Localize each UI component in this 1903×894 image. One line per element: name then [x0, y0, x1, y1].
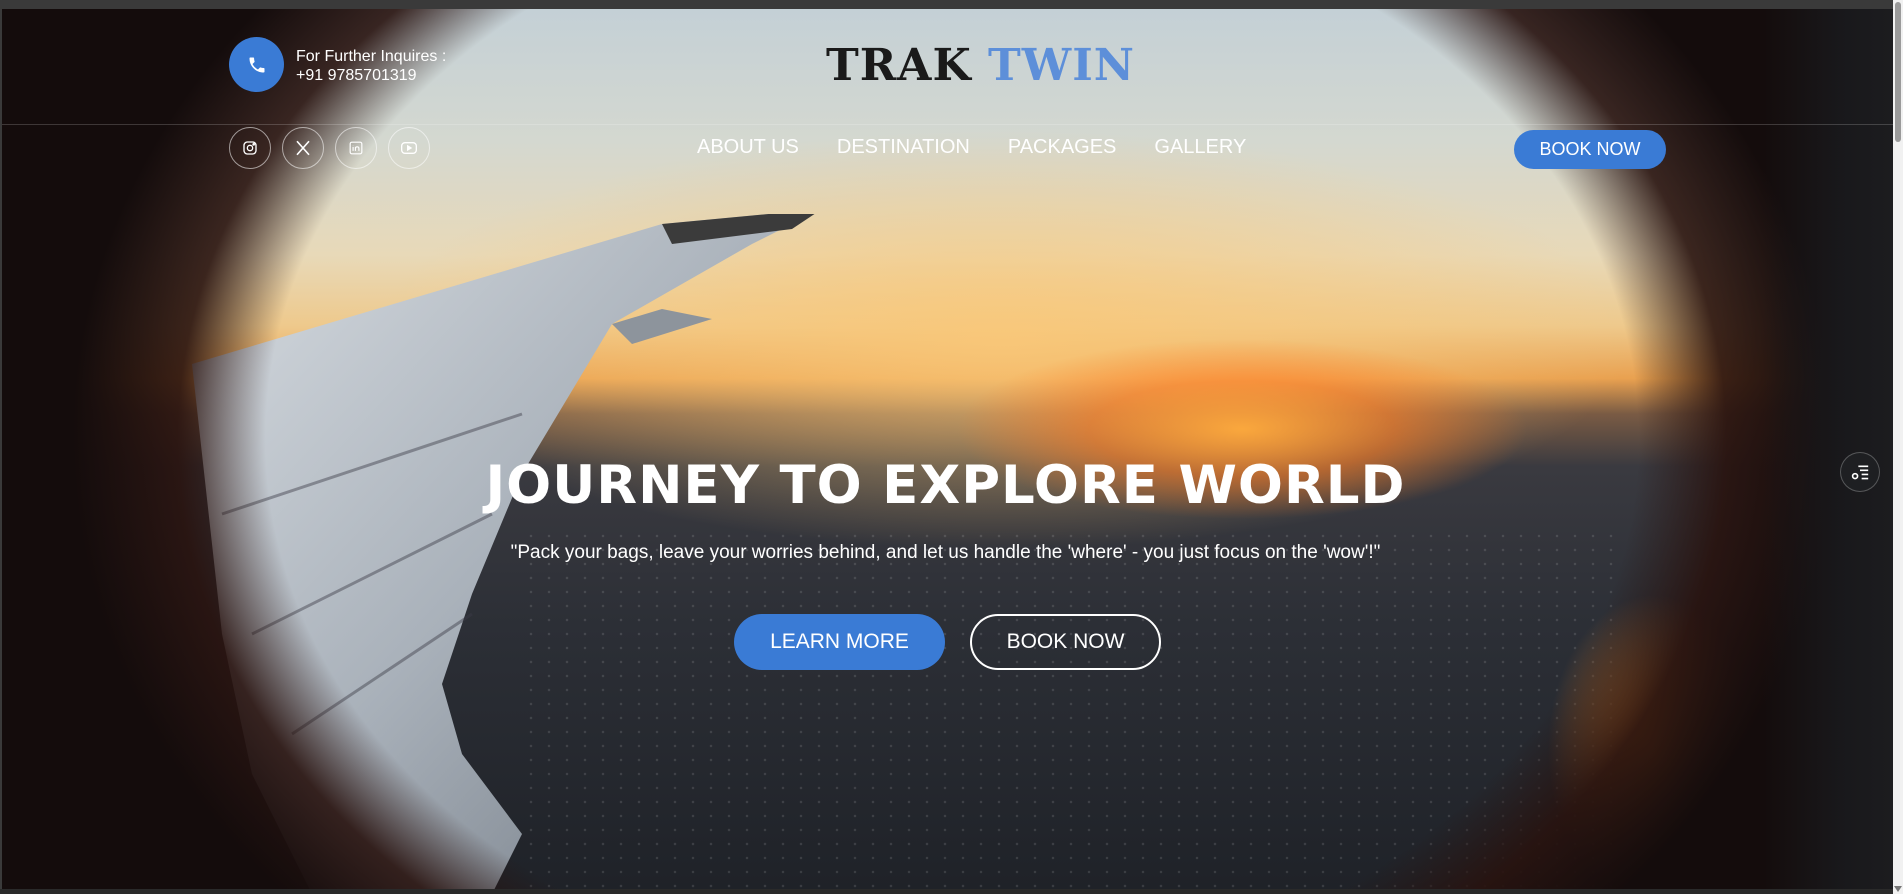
- learn-more-button[interactable]: LEARN MORE: [734, 614, 945, 670]
- main-nav: ABOUT US DESTINATION PACKAGES GALLERY: [697, 136, 1246, 159]
- hero-book-now-button[interactable]: BOOK NOW: [970, 614, 1161, 670]
- social-links: [229, 127, 430, 169]
- contact-info: For Further Inquires : +91 9785701319: [296, 47, 446, 85]
- linkedin-link[interactable]: [335, 127, 377, 169]
- brand-logo[interactable]: TRAK TWIN: [826, 40, 1135, 91]
- nav-about-us[interactable]: ABOUT US: [697, 136, 799, 159]
- window-frame-glow-right: [1433, 569, 1753, 889]
- phone-button[interactable]: [229, 37, 284, 92]
- instagram-link[interactable]: [229, 127, 271, 169]
- linkedin-icon: [349, 141, 363, 155]
- floating-menu-button[interactable]: [1840, 452, 1880, 492]
- youtube-icon: [401, 142, 417, 154]
- hero-subtitle: "Pack your bags, leave your worries behi…: [510, 542, 1381, 563]
- contact-phone[interactable]: +91 9785701319: [296, 66, 446, 85]
- settings-list-icon: [1851, 465, 1869, 480]
- hero-title: JOURNEY TO EXPLORE WORLD: [485, 455, 1406, 516]
- scroll-down-arrow-icon[interactable]: [1894, 886, 1902, 892]
- window-frame-right: [1763, 9, 1893, 889]
- city-lights-background: [522, 529, 1622, 889]
- header-book-now-button[interactable]: BOOK NOW: [1514, 130, 1666, 169]
- youtube-link[interactable]: [388, 127, 430, 169]
- vertical-scrollbar[interactable]: [1893, 0, 1903, 894]
- contact-label: For Further Inquires :: [296, 48, 447, 65]
- x-twitter-link[interactable]: [282, 127, 324, 169]
- logo-part-twin: TWIN: [988, 40, 1135, 91]
- nav-packages[interactable]: PACKAGES: [1008, 136, 1117, 159]
- page-bottom-edge: [0, 889, 1893, 894]
- phone-icon: [249, 57, 264, 72]
- browser-viewport: For Further Inquires : +91 9785701319 TR…: [0, 0, 1903, 894]
- x-twitter-icon: [296, 140, 310, 156]
- nav-gallery[interactable]: GALLERY: [1154, 136, 1246, 159]
- header-divider: [2, 124, 1893, 125]
- logo-part-trak: TRAK: [826, 40, 972, 91]
- instagram-icon: [243, 141, 257, 155]
- scrollbar-thumb[interactable]: [1895, 2, 1901, 142]
- nav-destination[interactable]: DESTINATION: [837, 136, 970, 159]
